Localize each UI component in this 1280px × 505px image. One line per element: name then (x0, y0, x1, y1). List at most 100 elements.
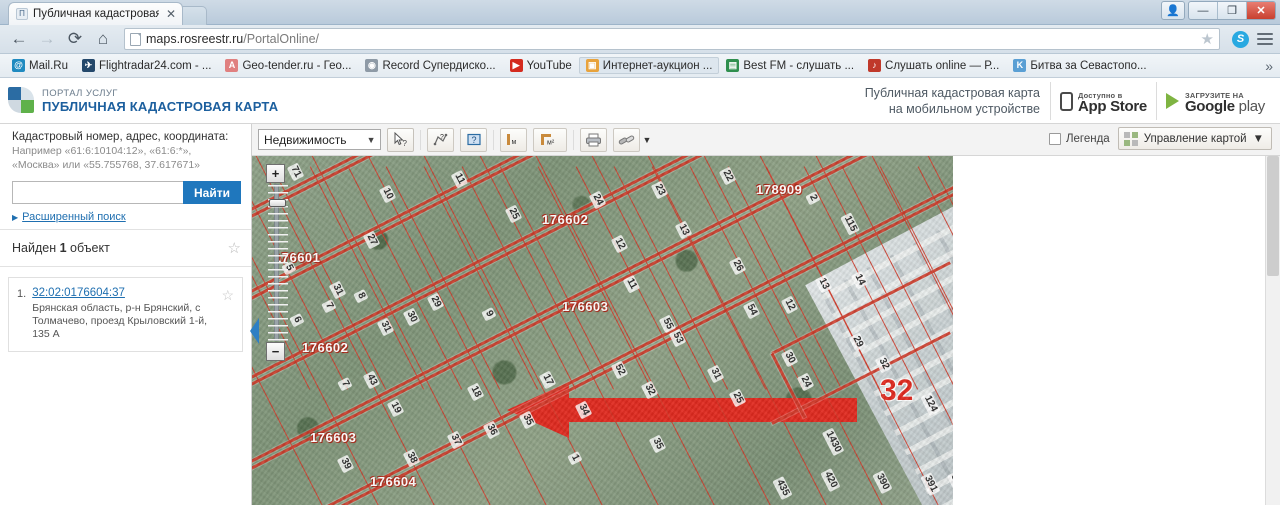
printer-icon (586, 133, 602, 146)
app-store-badge[interactable]: Доступно в App Store (1051, 82, 1157, 120)
zoom-slider-control[interactable]: + − (266, 164, 288, 361)
address-bar[interactable]: maps.rosreestr.ru/PortalOnline/ ★ (124, 28, 1220, 50)
bookmark-label: YouTube (526, 59, 572, 72)
bookmark-item[interactable]: ♪ Слушать online — Р... (861, 57, 1006, 74)
app-store-big: App Store (1077, 98, 1147, 115)
map-parcel-label[interactable]: 24 (588, 190, 607, 210)
site-title-block: ПОРТАЛ УСЛУГ ПУБЛИЧНАЯ КАДАСТРОВАЯ КАРТА (42, 88, 278, 114)
google-play-badge[interactable]: ЗАГРУЗИТЕ НА Google play (1157, 82, 1274, 120)
map-parcel-label[interactable]: 31 (376, 317, 395, 337)
map-parcel-label[interactable]: 29 (426, 292, 445, 312)
zoom-out-button[interactable]: − (266, 342, 285, 361)
map-control-button[interactable]: Управление картой ▼ (1117, 127, 1272, 150)
link-tool[interactable] (613, 127, 641, 152)
map-canvas[interactable]: 32 71 10 11 22 23 24 25 27 13 12 5 31 26 13 14 8 7 6 29 30 3… (252, 156, 953, 505)
map-parcel-label[interactable]: 435 (772, 476, 793, 500)
select-info-tool[interactable]: ? (387, 127, 415, 152)
toolbar-separator (493, 129, 495, 150)
link-tool-group: ▼ (613, 127, 651, 152)
bookmark-item[interactable]: ✈ Flightradar24.com - ... (75, 57, 218, 74)
cursor-question-icon: ? (394, 132, 408, 147)
legend-label: Легенда (1065, 132, 1110, 145)
close-button[interactable]: ✕ (1247, 2, 1275, 19)
bookmark-item[interactable]: ◉ Record Супердиско... (358, 57, 502, 74)
map-parcel-label[interactable]: 7 (337, 377, 353, 391)
legend-checkbox[interactable]: Легенда (1048, 132, 1110, 145)
map-parcel-label[interactable]: 18 (466, 382, 485, 402)
scrollbar-thumb[interactable] (1267, 156, 1279, 276)
user-avatar-button[interactable]: 👤 (1161, 1, 1185, 20)
skype-icon[interactable]: S (1232, 30, 1249, 48)
print-tool[interactable] (580, 127, 608, 152)
browser-menu-icon[interactable] (1256, 30, 1274, 48)
map-parcel-label[interactable]: 420 (820, 468, 841, 492)
map-parcel-label[interactable]: 52 (610, 360, 629, 380)
result-body: 32:02:0176604:37 Брянская область, р-н Б… (32, 287, 214, 341)
result-cadastral-number-link[interactable]: 32:02:0176604:37 (32, 287, 125, 299)
list-item[interactable]: 1. 32:02:0176604:37 Брянская область, р-… (17, 287, 234, 341)
browser-tab[interactable]: П Публичная кадастровая ✕ (8, 2, 183, 25)
favorites-star-icon[interactable]: ☆ (228, 239, 241, 257)
map-quarter-label: 176603 (562, 299, 609, 314)
map-quarter-label: 176602 (302, 340, 349, 355)
map-parcel-label[interactable]: 22 (718, 166, 737, 186)
bookmark-star-icon[interactable]: ★ (1201, 30, 1214, 48)
link-tool-chevron-down-icon[interactable]: ▼ (642, 135, 651, 145)
bookmark-item[interactable]: @ Mail.Ru (5, 57, 75, 74)
reload-icon[interactable]: ⟳ (62, 27, 88, 51)
bookmark-item[interactable]: K Битва за Севастопо... (1006, 57, 1153, 74)
map-quarter-label: 176604 (370, 474, 417, 489)
map-parcel-label[interactable]: 9 (481, 307, 497, 321)
search-button[interactable]: Найти (183, 181, 241, 204)
map-parcel-label[interactable]: 6 (289, 313, 305, 327)
search-sidebar: Кадастровый номер, адрес, координата: На… (0, 124, 259, 505)
tab-favicon: П (16, 8, 28, 20)
bookmark-item[interactable]: A Geo-tender.ru - Гео... (218, 57, 358, 74)
zoom-slider-track[interactable] (267, 184, 288, 342)
map-parcel-label[interactable]: 115 (840, 212, 860, 236)
bookmarks-overflow-icon[interactable]: » (1265, 58, 1273, 74)
map-parcel-label[interactable]: 8 (353, 289, 369, 303)
map-toolbar: Недвижимость ▼ ? ? ? м м² ▼ Легенда Упра… (252, 124, 1280, 156)
home-icon[interactable]: ⌂ (90, 27, 116, 51)
map-parcel-label[interactable]: 19 (386, 398, 405, 418)
map-parcel-label[interactable]: 54 (742, 300, 761, 320)
bookmark-item[interactable]: ▣ Интернет-аукцион ... (578, 57, 720, 74)
result-star-icon[interactable]: ☆ (220, 287, 234, 341)
maximize-button[interactable]: ❐ (1218, 2, 1247, 19)
chevron-down-icon: ▼ (366, 134, 376, 145)
map-control-label: Управление картой (1143, 132, 1247, 145)
bookmark-item[interactable]: ▶ YouTube (503, 57, 579, 74)
search-hint-line1: Например «61:6:10104:12», «61:6:*», (12, 145, 192, 157)
map-parcel-label[interactable]: 71 (286, 162, 305, 182)
bookmark-favicon: K (1013, 59, 1027, 72)
zoom-slider-handle[interactable] (268, 199, 286, 207)
zoom-in-button[interactable]: + (266, 164, 285, 183)
link-icon (619, 135, 635, 144)
map-parcel-label[interactable]: 36 (482, 420, 501, 440)
map-parcel-label[interactable]: 30 (402, 307, 421, 327)
measure-length-tool[interactable]: м (500, 127, 528, 152)
page-scrollbar[interactable] (1265, 156, 1280, 505)
forward-icon[interactable]: → (34, 27, 60, 51)
advanced-search-link[interactable]: ▶ Расширенный поиск (12, 211, 241, 223)
bookmark-favicon: ▣ (585, 59, 599, 72)
map-viewport[interactable]: 32 71 10 11 22 23 24 25 27 13 12 5 31 26 13 14 8 7 6 29 30 3… (252, 156, 1280, 505)
navigation-toolbar: ← → ⟳ ⌂ maps.rosreestr.ru/PortalOnline/ … (0, 25, 1280, 54)
map-parcel-label[interactable]: 39 (336, 454, 355, 474)
back-icon[interactable]: ← (6, 27, 32, 51)
layer-select[interactable]: Недвижимость ▼ (258, 129, 382, 150)
search-input[interactable] (12, 181, 183, 204)
bookmark-favicon: ✈ (81, 59, 95, 72)
bookmark-item[interactable]: ▤ Best FM - слушать ... (719, 57, 861, 74)
map-parcel-label[interactable]: 12 (610, 234, 629, 254)
minimize-button[interactable]: — (1189, 2, 1218, 19)
map-parcel-label[interactable]: 30 (780, 348, 799, 368)
map-parcel-label[interactable]: 10 (378, 184, 397, 204)
tab-close-icon[interactable]: ✕ (164, 7, 178, 21)
sidebar-collapse-handle[interactable] (249, 314, 260, 348)
measure-square-tool[interactable]: м² (533, 127, 568, 152)
measure-area-tool[interactable]: ? (460, 127, 488, 152)
measure-distance-tool[interactable]: ? (427, 127, 455, 152)
map-parcel-label[interactable]: 31 (328, 280, 347, 300)
